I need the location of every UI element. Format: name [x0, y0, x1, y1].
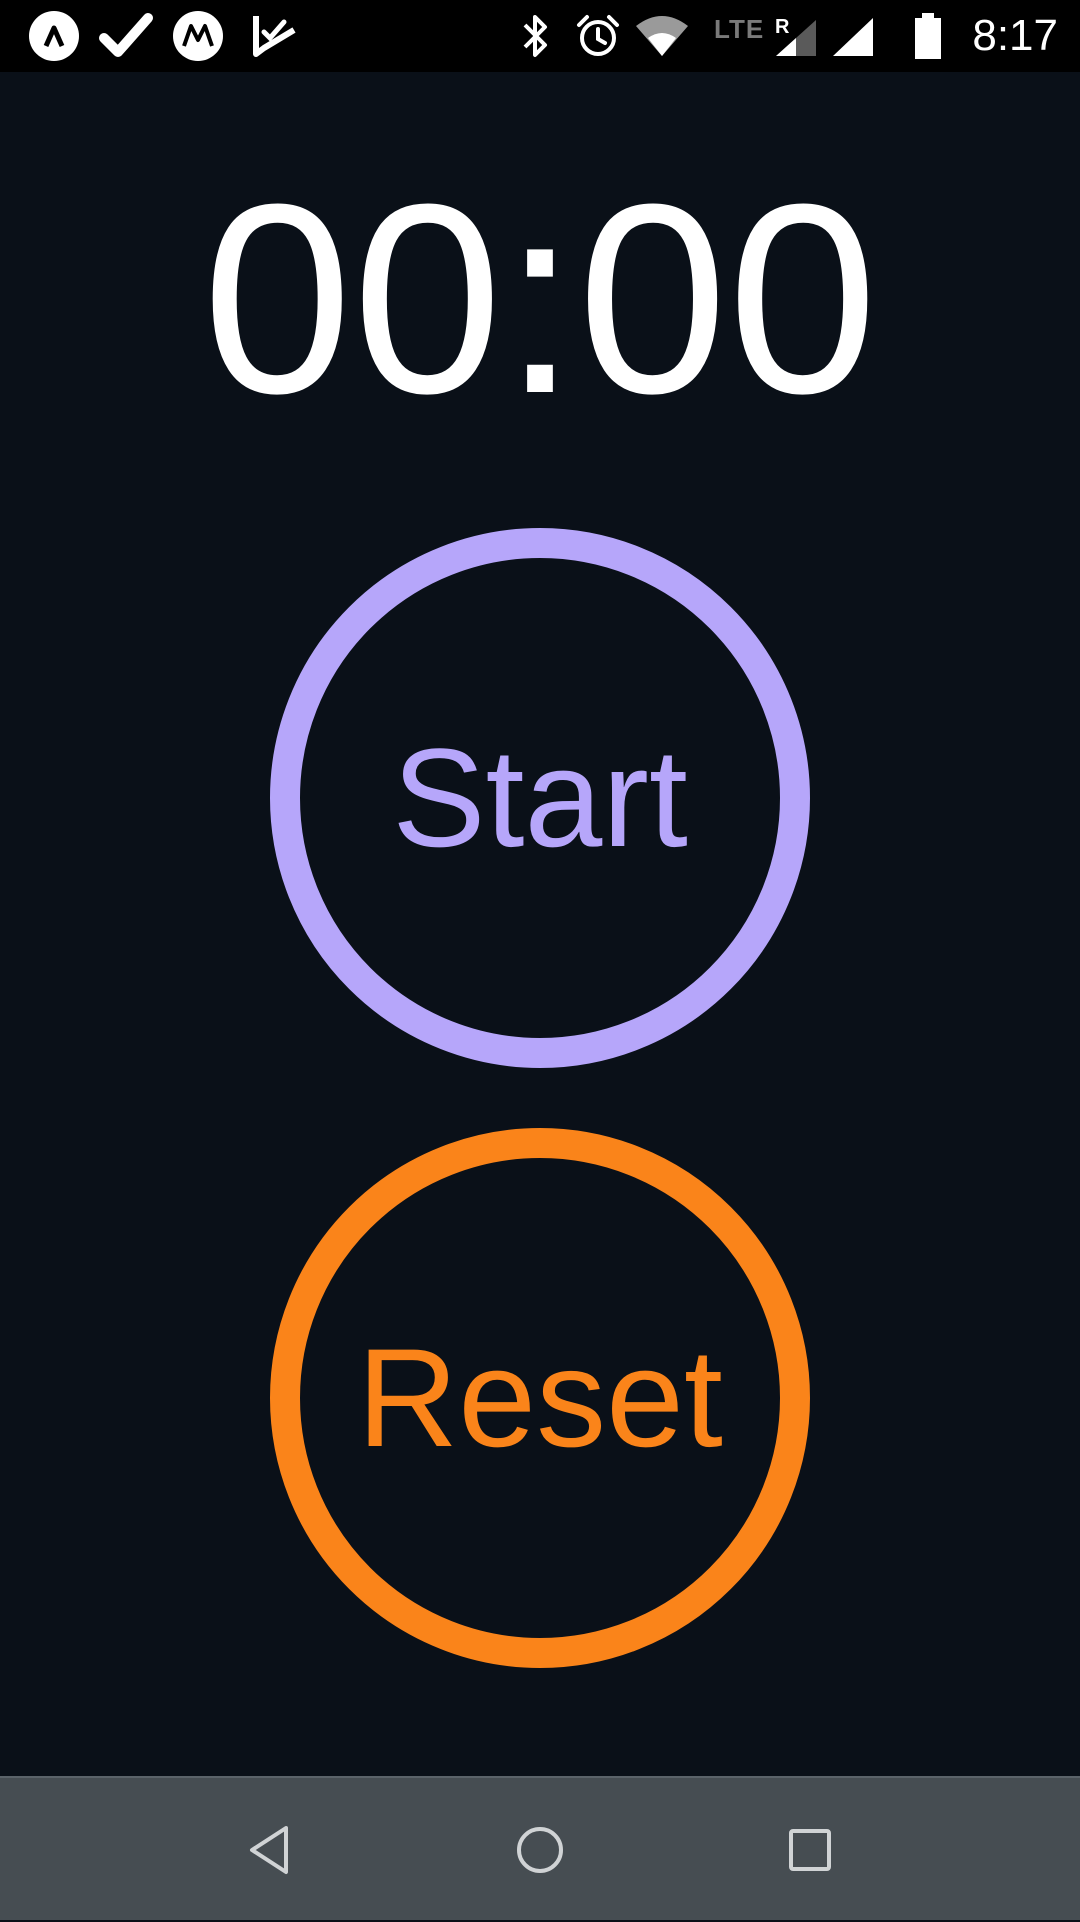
back-icon [250, 1826, 288, 1874]
battery-icon [908, 0, 948, 72]
bluetooth-icon [516, 0, 556, 72]
recents-button[interactable] [720, 1778, 900, 1922]
back-button[interactable] [180, 1778, 360, 1922]
status-bar-clock: 8:17 [972, 11, 1058, 60]
status-bar: LTE R 8:17 [0, 0, 1080, 72]
navigation-bar [0, 1776, 1080, 1920]
network-type-label: LTE [714, 14, 765, 44]
signal-roaming-icon [774, 0, 818, 72]
check-icon [96, 0, 156, 72]
recents-icon [789, 1829, 831, 1871]
home-button[interactable] [450, 1778, 630, 1922]
alarm-icon [572, 0, 624, 72]
elapsed-time-display: 00:00 [202, 149, 878, 450]
home-icon [517, 1827, 563, 1873]
signal-icon [830, 0, 876, 72]
reset-button[interactable]: Reset [270, 1128, 810, 1668]
wifi-icon [632, 0, 692, 72]
arrow-app-icon [24, 0, 84, 72]
checklist-icon [244, 0, 304, 72]
start-button[interactable]: Start [270, 528, 810, 1068]
motorola-icon [168, 0, 228, 72]
start-button-label: Start [392, 719, 688, 876]
reset-button-label: Reset [357, 1319, 723, 1476]
